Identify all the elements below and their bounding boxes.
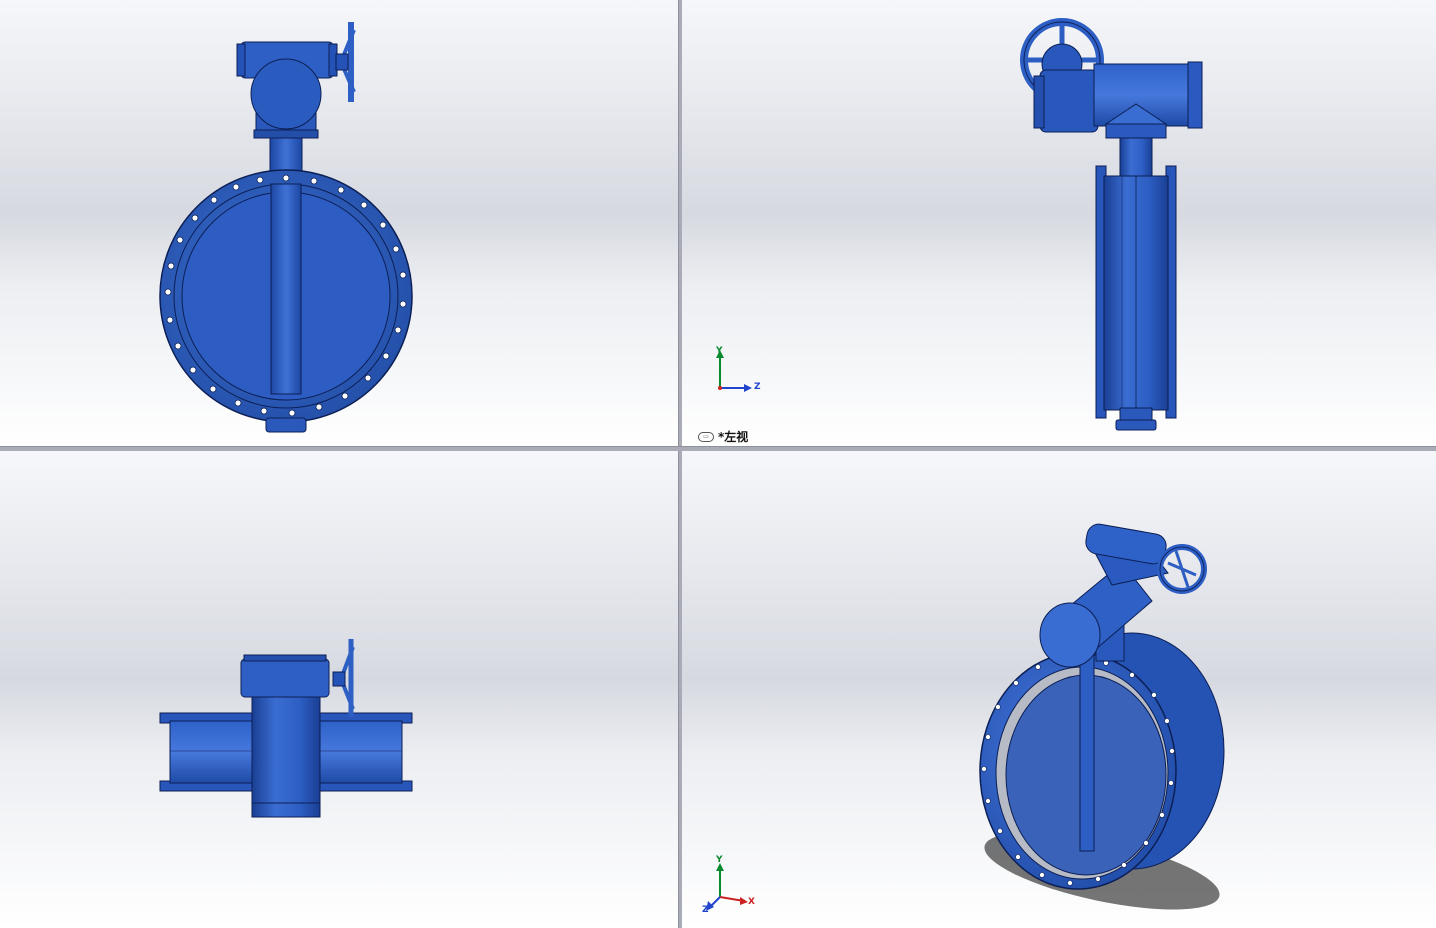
isometric-view-model — [979, 523, 1225, 910]
front-view-model — [159, 22, 413, 433]
triad-iso-z-label: Z — [702, 905, 709, 915]
viewport-isometric[interactable]: Y X Z — [682, 451, 1436, 928]
viewport-top[interactable] — [0, 451, 678, 928]
viewport-splitter-vertical[interactable] — [678, 0, 682, 928]
triad-iso-x-label: X — [748, 897, 755, 907]
left-view-model — [1020, 18, 1203, 431]
view-toggle-icon[interactable]: ▭ — [698, 431, 714, 442]
viewport-left[interactable]: Y Z ▭ *左视 — [682, 0, 1436, 446]
triad-z-label: Z — [754, 382, 761, 392]
viewport-front[interactable] — [0, 0, 678, 446]
top-view-model — [159, 639, 413, 818]
coordinate-triad-iso: Y X Z — [702, 855, 762, 915]
viewport-splitter-horizontal[interactable] — [0, 446, 1436, 451]
coordinate-triad: Y Z — [712, 346, 772, 396]
triad-iso-y-label: Y — [716, 855, 723, 865]
triad-y-label: Y — [716, 346, 723, 356]
view-name: *左视 — [718, 430, 749, 444]
view-orientation-label[interactable]: ▭ *左视 — [698, 428, 748, 445]
